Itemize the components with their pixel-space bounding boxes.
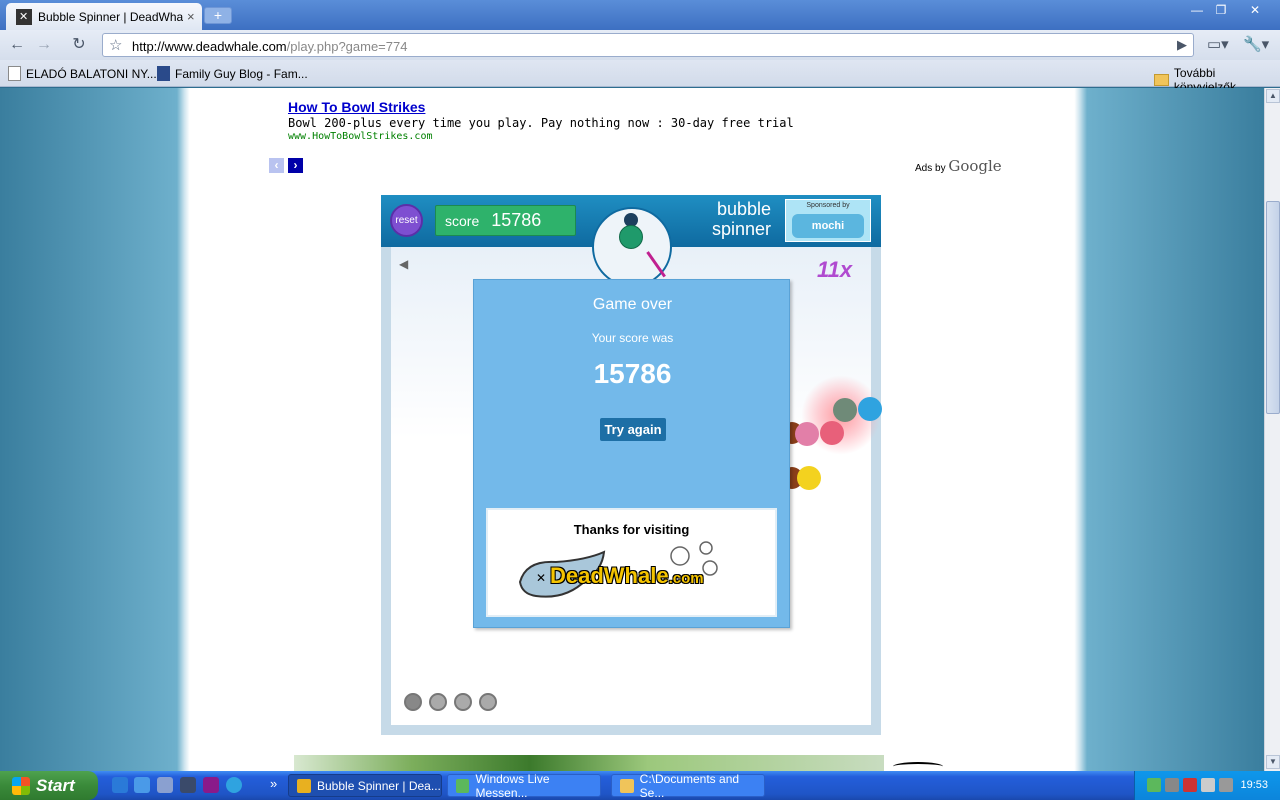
folder-icon	[620, 778, 634, 793]
family-guy-icon	[157, 66, 170, 81]
bubble	[797, 466, 821, 490]
taskbar-item-chrome[interactable]: Bubble Spinner | Dea...	[288, 774, 442, 797]
bookmark-item[interactable]: Family Guy Blog - Fam...	[157, 66, 308, 81]
current-bubble	[619, 225, 643, 249]
bubble	[858, 397, 882, 421]
mochi-logo: mochi	[792, 214, 864, 238]
sound-toggle-icon[interactable]: ◀	[399, 257, 408, 271]
ad-prev-button[interactable]: ‹	[269, 158, 284, 173]
browser-titlebar: Bubble Spinner | DeadWhal... × + — ❐ ✕	[0, 0, 1280, 30]
outlook-icon[interactable]	[134, 777, 150, 793]
go-icon[interactable]: ▶	[1177, 37, 1187, 53]
address-bar[interactable]: ☆ http://www.deadwhale.com/play.php?game…	[102, 33, 1194, 57]
browser-toolbar: ← → ↻ ☆ http://www.deadwhale.com/play.ph…	[0, 30, 1280, 60]
page-image-strip	[294, 755, 884, 771]
tray-app-icon[interactable]	[1219, 778, 1233, 792]
level-dot	[479, 693, 497, 711]
svg-text:✕: ✕	[536, 571, 546, 585]
windows-taskbar: Start » Bubble Spinner | Dea... Windows …	[0, 771, 1280, 800]
thanks-panel[interactable]: Thanks for visiting ✕ DeadWhale.com	[486, 508, 777, 617]
folder-icon	[1154, 74, 1169, 86]
vertical-scrollbar[interactable]: ▲ ▼	[1264, 88, 1280, 771]
app-icon[interactable]	[203, 777, 219, 793]
page-icon	[8, 66, 21, 81]
thanks-title: Thanks for visiting	[573, 522, 690, 537]
score-label: score	[445, 212, 480, 229]
final-score: 15786	[593, 358, 672, 389]
score-box: score 15786	[435, 205, 576, 236]
internet-explorer-icon[interactable]	[112, 777, 128, 793]
system-tray: 19:53	[1134, 771, 1280, 800]
url-text: http://www.deadwhale.com/play.php?game=7…	[132, 39, 408, 54]
wrench-menu-icon[interactable]: 🔧▾	[1243, 35, 1269, 53]
deadwhale-favicon-icon	[16, 8, 32, 25]
restore-button[interactable]: ❐	[1208, 2, 1234, 18]
messenger-icon	[456, 778, 470, 793]
bookmark-star-icon[interactable]: ☆	[109, 36, 122, 54]
windows-flag-icon	[12, 776, 30, 795]
signature-scribble	[893, 762, 943, 771]
bubble	[820, 421, 844, 445]
game-over-subtitle: Your score was	[591, 331, 674, 345]
bookmark-label: ELADÓ BALATONI NY...	[26, 66, 157, 81]
tab-title: Bubble Spinner | DeadWhal...	[38, 9, 183, 24]
game-over-dialog: Game over Your score was 15786 Try again…	[473, 279, 790, 628]
network-icon[interactable]	[157, 777, 173, 793]
bookmark-item[interactable]: ELADÓ BALATONI NY...	[8, 66, 157, 81]
ads-by-google[interactable]: Ads by Google	[915, 157, 1002, 175]
sponsor-badge[interactable]: Sponsored by mochi	[785, 199, 871, 242]
game-over-title: Game over	[592, 296, 673, 313]
combo-multiplier: 11x	[817, 257, 853, 282]
quicklaunch-overflow[interactable]: »	[270, 776, 277, 791]
forward-icon[interactable]: →	[32, 34, 56, 56]
ad-title-link[interactable]: How To Bowl Strikes	[288, 99, 425, 115]
google-logo: Google	[948, 157, 1002, 175]
bubble	[833, 398, 857, 422]
ad-text: Bowl 200-plus every time you play. Pay n…	[288, 116, 794, 130]
try-again-button[interactable]: Try again	[600, 418, 666, 441]
minimize-button[interactable]: —	[1184, 2, 1210, 18]
clock: 19:53	[1240, 779, 1268, 791]
scroll-thumb[interactable]	[1266, 201, 1280, 414]
tray-app-icon[interactable]	[1201, 778, 1215, 792]
start-button[interactable]: Start	[0, 771, 98, 800]
new-tab-button[interactable]: +	[204, 7, 232, 24]
volume-icon[interactable]	[1165, 778, 1179, 792]
back-icon[interactable]: ←	[5, 34, 29, 56]
scroll-down-icon[interactable]: ▼	[1266, 755, 1280, 769]
media-player-icon[interactable]	[180, 777, 196, 793]
reload-icon[interactable]: ↻	[67, 34, 91, 56]
tab-close-icon[interactable]: ×	[187, 9, 195, 24]
bubble	[795, 422, 819, 446]
level-dot	[454, 693, 472, 711]
taskbar-item-messenger[interactable]: Windows Live Messen...	[447, 772, 601, 800]
page-menu-icon[interactable]: ▭▾	[1207, 35, 1229, 53]
close-window-button[interactable]: ✕	[1242, 2, 1268, 18]
chrome-icon	[297, 778, 311, 793]
bookmarks-bar: ELADÓ BALATONI NY... Family Guy Blog - F…	[0, 60, 1280, 94]
level-dot	[404, 693, 422, 711]
ad-next-button[interactable]: ›	[288, 158, 303, 173]
bubble-spinner-logo: bubble spinner	[711, 199, 771, 239]
skype-icon[interactable]	[226, 777, 242, 793]
messenger-tray-icon[interactable]	[1147, 778, 1161, 792]
network-error-icon[interactable]	[1183, 778, 1197, 792]
reset-button[interactable]: reset	[390, 204, 423, 237]
deadwhale-logo: DeadWhale.com	[550, 563, 704, 588]
bookmark-label: Family Guy Blog - Fam...	[175, 66, 308, 81]
ad-url-link[interactable]: www.HowToBowlStrikes.com	[288, 131, 433, 142]
level-dot	[429, 693, 447, 711]
scroll-up-icon[interactable]: ▲	[1266, 89, 1280, 103]
score-value: 15786	[491, 210, 542, 230]
browser-tab[interactable]: Bubble Spinner | DeadWhal... ×	[6, 3, 202, 30]
taskbar-item-explorer[interactable]: C:\Documents and Se...	[611, 772, 765, 800]
